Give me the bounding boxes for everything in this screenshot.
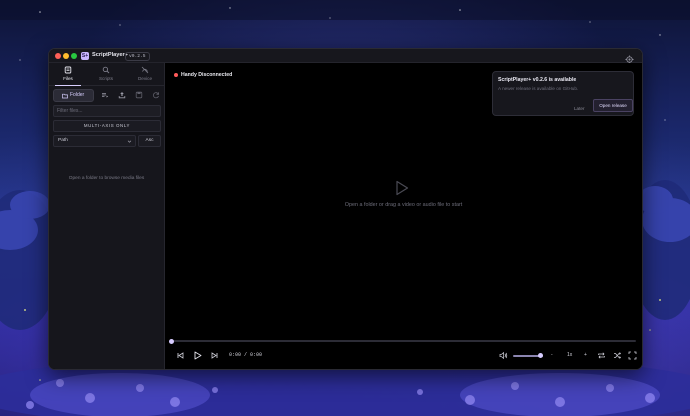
speed-value[interactable]: 1x (567, 351, 572, 360)
play-button[interactable] (193, 351, 202, 360)
filter-files-input[interactable] (53, 105, 161, 117)
shuffle-icon (614, 352, 621, 359)
shuffle-button[interactable] (613, 351, 622, 360)
time-display: 0:00 / 0:00 (229, 352, 263, 358)
sidebar-tabs: Files Scripts Device (49, 63, 164, 86)
tab-scripts-label: Scripts (98, 75, 114, 81)
empty-folder-hint: Open a folder to browse media files (68, 176, 145, 181)
status-dot (174, 73, 178, 77)
folder-icon (62, 93, 68, 98)
app-title: ScriptPlayer+ (92, 52, 128, 58)
speed-up-button[interactable]: + (584, 351, 587, 360)
device-off-icon (141, 66, 149, 74)
tab-files[interactable]: Files (49, 63, 87, 86)
chevron-down-icon (127, 140, 132, 143)
file-toolbar: Folder (53, 89, 161, 102)
volume-slider[interactable] (513, 353, 543, 358)
fullscreen-button[interactable] (628, 351, 637, 360)
multi-axis-only-toggle[interactable]: MULTI-AXIS ONLY (53, 120, 161, 132)
update-title: ScriptPlayer+ v0.2.6 is available (498, 77, 577, 83)
tab-device-label: Device (137, 75, 153, 81)
play-icon (194, 351, 202, 360)
loop-button[interactable] (597, 351, 606, 360)
tab-scripts[interactable]: Scripts (87, 63, 125, 85)
files-icon (64, 66, 72, 74)
later-button[interactable]: Later (574, 106, 584, 111)
volume-handle[interactable] (537, 353, 543, 358)
drop-hint: Open a folder or drag a video or audio f… (344, 202, 463, 208)
update-body: A newer release is available on GitHub. (498, 86, 579, 91)
skip-forward-icon (211, 352, 218, 359)
title-bar: S+ ScriptPlayer+ v0.2.5 (49, 49, 642, 64)
upload-icon[interactable] (118, 91, 126, 99)
update-notification: ScriptPlayer+ v0.2.6 is available A newe… (492, 71, 634, 116)
tab-device[interactable]: Device (126, 63, 164, 85)
play-placeholder-icon (396, 180, 409, 196)
sort-field-select[interactable]: Path (53, 135, 136, 147)
previous-button[interactable] (176, 351, 185, 360)
app-logo-icon: S+ (81, 51, 89, 60)
refresh-icon[interactable] (152, 91, 160, 99)
seek-handle[interactable] (168, 338, 174, 344)
next-button[interactable] (210, 351, 219, 360)
open-release-button[interactable]: Open release (593, 99, 633, 112)
device-status-text: Handy Disconnected (181, 72, 233, 78)
sidebar: Files Scripts Device Folder Filter files… (49, 63, 165, 369)
minimize-window-button[interactable] (63, 52, 69, 59)
sort-order-button[interactable]: Asc (138, 135, 161, 147)
seek-bar[interactable] (168, 338, 636, 344)
version-badge: v0.2.5 (125, 51, 150, 61)
open-folder-button[interactable]: Folder (53, 89, 94, 102)
playlist-icon[interactable] (101, 91, 109, 99)
fullscreen-icon (628, 351, 637, 360)
mute-button[interactable] (499, 351, 508, 360)
speed-down-button[interactable]: - (551, 351, 553, 360)
volume-icon (499, 351, 508, 360)
tab-files-label: Files (63, 75, 73, 81)
search-icon (102, 66, 110, 74)
repeat-icon (598, 352, 605, 359)
player-area: Handy Disconnected ScriptPlayer+ v0.2.6 … (165, 63, 642, 369)
open-folder-label: Folder (70, 92, 85, 98)
zoom-window-button[interactable] (71, 52, 77, 59)
close-window-button[interactable] (55, 52, 61, 59)
save-icon[interactable] (135, 91, 143, 99)
skip-back-icon (177, 352, 184, 359)
settings-button[interactable] (625, 51, 634, 64)
app-window: S+ ScriptPlayer+ v0.2.5 Files Scripts De… (48, 48, 643, 370)
sort-field-value: Path (58, 138, 68, 143)
